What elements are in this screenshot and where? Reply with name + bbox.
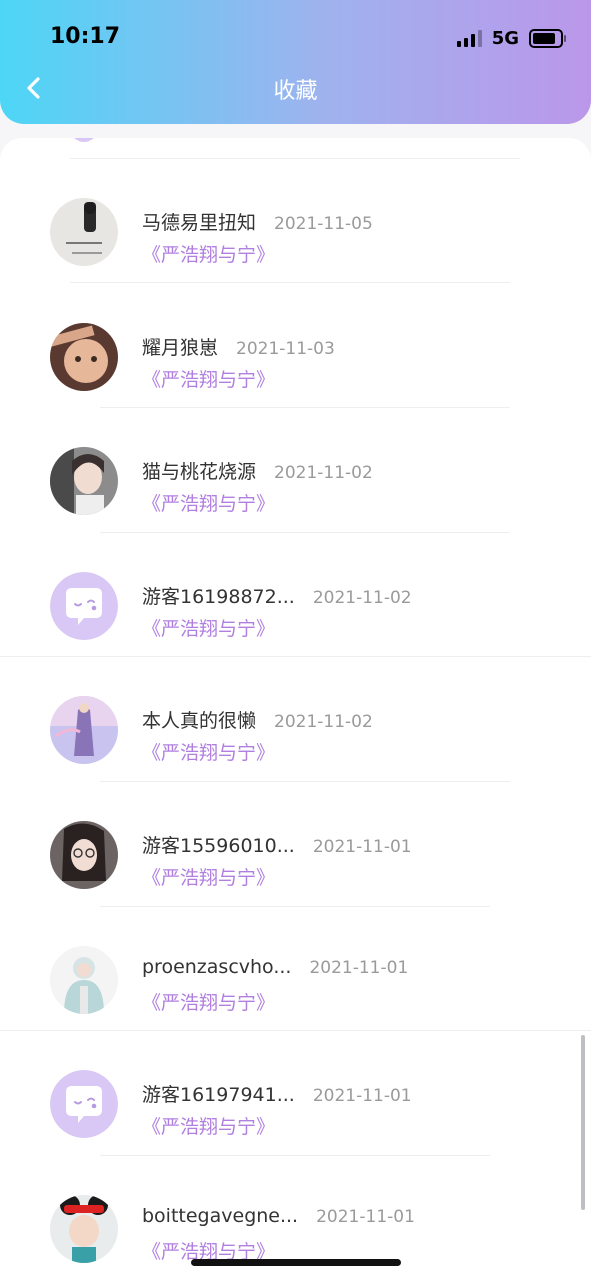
list-item[interactable]: 耀月狼崽 2021-11-03 《严浩翔与宁》 [0,303,591,427]
book-title[interactable]: 《严浩翔与宁》 [142,489,275,516]
favorite-date: 2021-11-02 [312,588,412,608]
favorite-date: 2021-11-02 [274,463,373,483]
avatar [50,447,118,515]
home-indicator[interactable] [191,1259,401,1266]
user-name: 猫与桃花烧源 [142,461,257,483]
divider [0,656,591,657]
avatar [50,198,118,266]
default-chat-avatar [50,572,118,640]
book-title[interactable]: 《严浩翔与宁》 [142,863,275,890]
avatar [50,696,118,764]
divider [100,906,490,907]
book-title[interactable]: 《严浩翔与宁》 [142,988,275,1015]
favorite-date: 2021-11-02 [274,712,373,732]
network-label: 5G [491,27,519,49]
user-name: 本人真的很懒 [142,710,257,732]
favorite-date: 2021-11-01 [316,1207,415,1227]
header-bar: 10:17 5G 收藏 [0,0,591,124]
page-title: 收藏 [273,79,318,104]
avatar [50,323,118,391]
default-chat-avatar [50,1070,118,1138]
avatar [50,1195,118,1263]
user-name: 马德易里扭知 [142,212,257,234]
divider [100,407,510,408]
favorite-date: 2021-11-05 [274,214,373,234]
divider [100,532,510,533]
user-name: 游客16197941... [142,1084,295,1106]
list-item[interactable]: 游客16198872... 2021-11-02 《严浩翔与宁》 [0,552,591,676]
scrollbar[interactable] [581,1035,585,1210]
favorite-date: 2021-11-01 [309,958,409,978]
list-item[interactable]: proenzascvho... 2021-11-01 《严浩翔与宁》 [0,926,591,1050]
battery-icon [529,28,566,48]
book-title[interactable]: 《严浩翔与宁》 [142,738,275,765]
user-name: 游客16198872... [142,586,295,608]
avatar [50,821,118,889]
book-title[interactable]: 《严浩翔与宁》 [142,1112,275,1139]
avatar [64,138,104,142]
user-name: 耀月狼崽 [142,337,219,359]
favorites-list[interactable]: 马德易里扭知 2021-11-05 《严浩翔与宁》 耀月狼崽 2021-11-0… [0,138,591,1280]
list-item[interactable]: 马德易里扭知 2021-11-05 《严浩翔与宁》 [0,178,591,302]
status-time: 10:17 [50,24,121,49]
book-title[interactable]: 《严浩翔与宁》 [142,240,275,267]
divider [70,282,510,283]
divider [0,1030,591,1031]
user-name: boittegavegne... [142,1205,299,1227]
user-name: proenzascvho... [142,956,292,978]
status-icons: 5G [456,26,566,50]
signal-icon [456,29,482,47]
divider [100,1155,490,1156]
favorite-date: 2021-11-01 [312,1086,412,1106]
user-name: 游客15596010... [142,835,295,857]
book-title[interactable]: 《严浩翔与宁》 [142,614,275,641]
favorite-date: 2021-11-01 [312,837,412,857]
favorite-date: 2021-11-03 [236,339,335,359]
divider [70,158,520,159]
avatar [50,946,118,1014]
book-title[interactable]: 《严浩翔与宁》 [142,365,275,392]
divider [100,781,510,782]
